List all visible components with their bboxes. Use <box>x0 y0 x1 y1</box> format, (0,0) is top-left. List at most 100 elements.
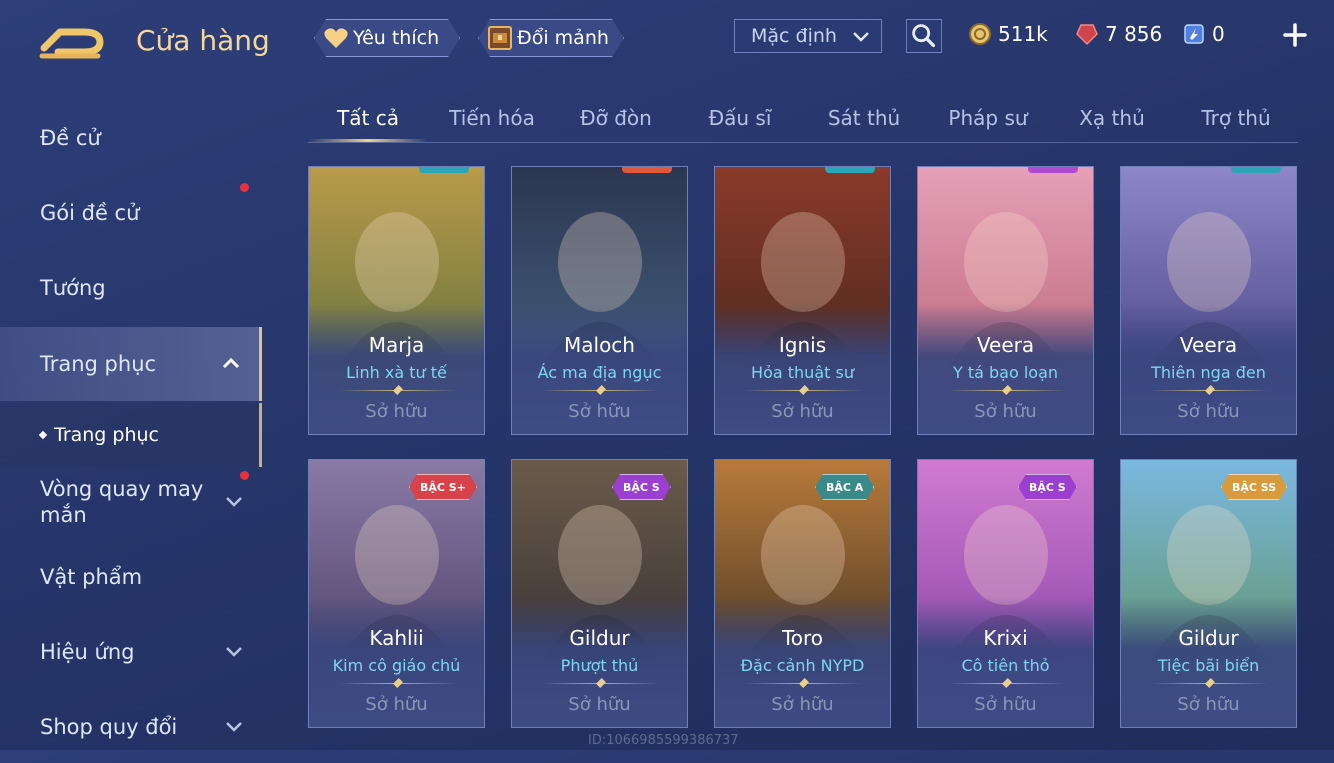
skin-card[interactable]: Gildur Tiệc bãi biển Sở hữu BẬC SS <box>1120 459 1297 728</box>
tab-warrior[interactable]: Đấu sĩ <box>680 96 800 140</box>
ownership-status: Sở hữu <box>1177 694 1240 715</box>
sidebar-item-lucky-spin[interactable]: Vòng quay may mắn <box>0 466 262 538</box>
rank-badge: BẬC S+ <box>409 474 477 500</box>
hero-name: Gildur <box>569 626 630 650</box>
hero-name: Krixi <box>983 626 1028 650</box>
tab-support[interactable]: Trợ thủ <box>1176 96 1296 140</box>
skin-name: Ác ma địa ngục <box>537 363 662 382</box>
skin-name: Thiên nga đen <box>1151 363 1266 382</box>
hero-name: Marja <box>368 333 425 357</box>
ruby-amount: 7 856 <box>1105 22 1163 46</box>
skin-card[interactable]: Kahlii Kim cô giáo chủ Sở hữu BẬC S+ <box>308 459 485 728</box>
sidebar-item-label: Vòng quay may mắn <box>40 477 204 527</box>
hero-name: Maloch <box>564 333 635 357</box>
voucher-amount: 0 <box>1212 22 1225 46</box>
sidebar-item-exchange-shop[interactable]: Shop quy đổi <box>0 691 262 763</box>
hero-name: Gildur <box>1178 626 1239 650</box>
page-title: Cửa hàng <box>136 24 270 57</box>
chevron-down-icon <box>226 722 242 732</box>
skin-card[interactable]: Veera Thiên nga đen Sở hữu <box>1120 166 1297 435</box>
hero-name: Veera <box>1179 333 1238 357</box>
rank-badge-tab <box>1231 167 1281 173</box>
skin-card[interactable]: Gildur Phượt thủ Sở hữu BẬC S <box>511 459 688 728</box>
gold-currency: 511k <box>968 22 1048 46</box>
category-tabs: Tất cả Tiến hóa Đỡ đòn Đấu sĩ Sát thủ Ph… <box>308 96 1298 143</box>
tab-marksman[interactable]: Xạ thủ <box>1052 96 1172 140</box>
sidebar-subitem-label: Trang phục <box>54 424 160 446</box>
rank-badge: BẬC S <box>1018 474 1077 500</box>
skin-card[interactable]: Toro Đặc cảnh NYPD Sở hữu BẬC A <box>714 459 891 728</box>
chevron-up-icon <box>222 357 240 369</box>
favorites-button[interactable]: Yêu thích <box>314 19 460 57</box>
skin-name: Phượt thủ <box>560 656 639 675</box>
sidebar-item-label: Shop quy đổi <box>40 715 178 739</box>
watermark-text: ID:1066985599386737 <box>588 733 739 748</box>
chevron-down-icon <box>853 32 869 42</box>
skin-name: Hỏa thuật sư <box>751 363 854 382</box>
favorites-label: Yêu thích <box>353 27 440 49</box>
sort-value: Mặc định <box>751 25 837 47</box>
sidebar-item-skins[interactable]: Trang phục <box>0 327 262 401</box>
chevron-down-icon <box>226 647 242 657</box>
rank-badge: BẬC A <box>815 474 874 500</box>
sidebar-item-heroes[interactable]: Tướng <box>0 252 262 324</box>
sidebar-item-featured-packs[interactable]: Gói đề cử <box>0 177 262 249</box>
rank-badge: BẬC S <box>612 474 671 500</box>
skin-card[interactable]: Krixi Cô tiên thỏ Sở hữu BẬC S <box>917 459 1094 728</box>
skin-name: Tiệc bãi biển <box>1157 656 1260 675</box>
tab-all[interactable]: Tất cả <box>308 96 428 140</box>
skin-card[interactable]: Marja Linh xà tư tế Sở hữu <box>308 166 485 435</box>
sidebar-item-label: Đề cử <box>40 126 101 150</box>
heart-icon <box>323 25 349 51</box>
active-tab-indicator <box>308 139 428 142</box>
skin-name: Đặc cảnh NYPD <box>740 656 865 675</box>
gold-coin-icon <box>969 23 991 45</box>
sidebar-item-label: Gói đề cử <box>40 201 140 225</box>
gold-amount: 511k <box>998 22 1048 46</box>
sidebar-item-items[interactable]: Vật phẩm <box>0 541 262 613</box>
search-button[interactable] <box>906 19 942 53</box>
fragment-exchange-button[interactable]: Đổi mảnh <box>478 19 624 57</box>
tab-mage[interactable]: Pháp sư <box>928 96 1048 140</box>
skin-card[interactable]: Ignis Hỏa thuật sư Sở hữu <box>714 166 891 435</box>
sidebar-subitem-skins[interactable]: Trang phục <box>0 403 262 467</box>
sidebar-item-effects[interactable]: Hiệu ứng <box>0 616 262 688</box>
tab-assassin[interactable]: Sát thủ <box>804 96 924 140</box>
rank-badge: BẬC SS <box>1221 474 1287 500</box>
hero-name: Veera <box>976 333 1035 357</box>
skin-name: Y tá bạo loạn <box>952 363 1059 382</box>
chest-icon <box>487 25 513 51</box>
tab-tank[interactable]: Đỡ đòn <box>556 96 676 140</box>
sidebar: Đề cử Gói đề cử Tướng Trang phục Trang p… <box>0 100 262 750</box>
skin-card[interactable]: Maloch Ác ma địa ngục Sở hữu <box>511 166 688 435</box>
rank-badge-tab <box>825 167 875 173</box>
ownership-status: Sở hữu <box>771 401 834 422</box>
search-icon <box>912 24 936 48</box>
ownership-status: Sở hữu <box>974 694 1037 715</box>
ownership-status: Sở hữu <box>568 401 631 422</box>
rank-badge-tab <box>419 167 469 173</box>
plus-icon[interactable] <box>1282 22 1308 48</box>
ownership-status: Sở hữu <box>365 694 428 715</box>
hero-name: Toro <box>781 626 824 650</box>
ownership-status: Sở hữu <box>771 694 834 715</box>
back-icon[interactable] <box>38 18 110 64</box>
top-bar: Cửa hàng Yêu thích Đổi mảnh Mặc định 511… <box>0 0 1334 80</box>
ruby-currency: 7 856 <box>1075 22 1162 46</box>
voucher-currency: 0 <box>1182 22 1225 46</box>
sidebar-item-label: Tướng <box>40 276 106 300</box>
sidebar-item-featured[interactable]: Đề cử <box>0 102 262 174</box>
skin-card[interactable]: Veera Y tá bạo loạn Sở hữu <box>917 166 1094 435</box>
sidebar-item-label: Vật phẩm <box>40 565 143 589</box>
notification-dot <box>240 183 249 192</box>
rank-badge-tab <box>1028 167 1078 173</box>
ownership-status: Sở hữu <box>974 401 1037 422</box>
bullet-icon <box>38 430 48 440</box>
tab-evolution[interactable]: Tiến hóa <box>432 96 552 140</box>
sort-dropdown[interactable]: Mặc định <box>734 19 882 53</box>
skin-grid: Marja Linh xà tư tế Sở hữu Maloch Ác ma địa … <box>308 166 1308 750</box>
ownership-status: Sở hữu <box>1177 401 1240 422</box>
ruby-icon <box>1076 24 1098 46</box>
chevron-down-icon <box>226 497 242 507</box>
sidebar-item-label: Hiệu ứng <box>40 640 135 664</box>
